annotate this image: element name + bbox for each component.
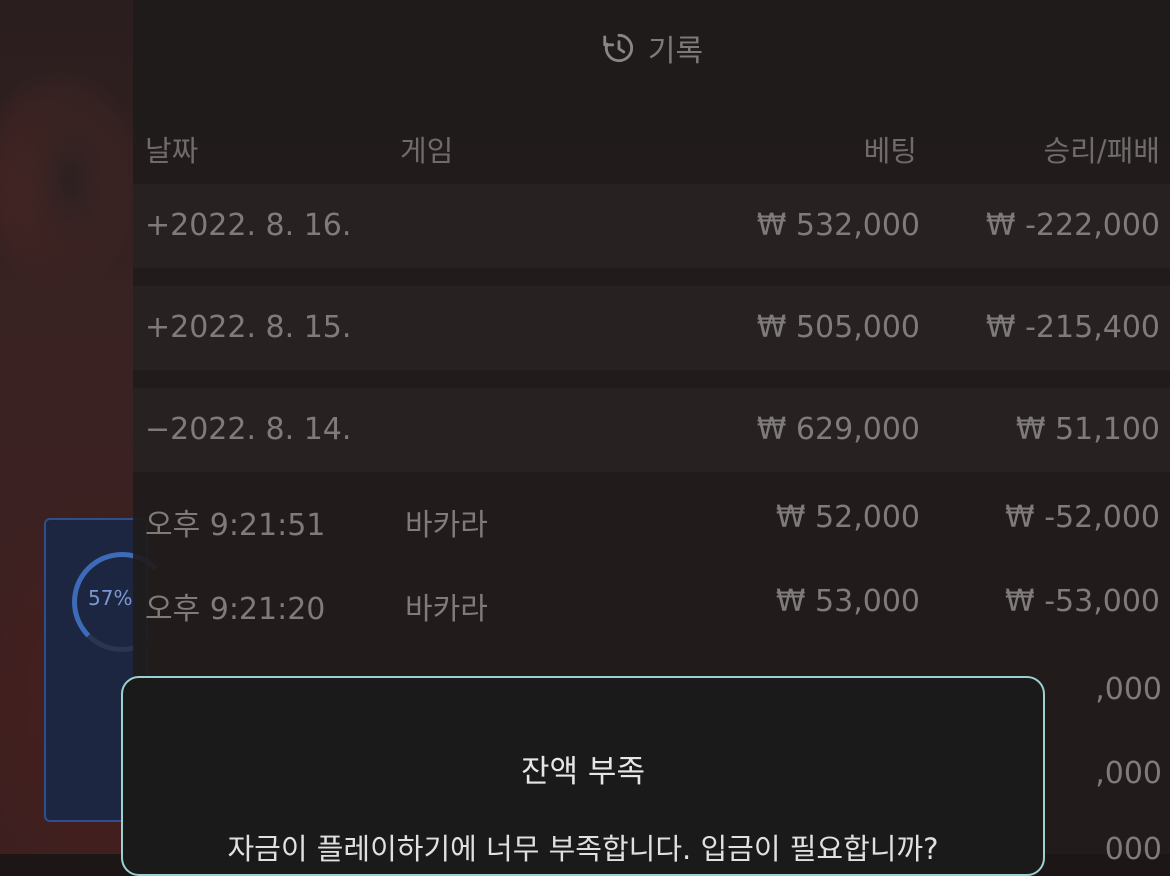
- day-date: +2022. 8. 16.: [145, 208, 352, 243]
- countdown-percent: 57%: [88, 586, 133, 610]
- col-date: 날짜: [145, 134, 199, 168]
- round-game: 바카라: [405, 592, 488, 627]
- day-bet: ₩ 532,000: [756, 208, 920, 243]
- history-header: 기록: [133, 0, 1170, 96]
- day-row[interactable]: +2022. 8. 15. ₩ 505,000 ₩ -215,400: [133, 286, 1170, 370]
- round-time: 오후 9:21:20: [145, 592, 326, 627]
- col-result: 승리/패배: [1043, 134, 1161, 168]
- round-bet: ₩ 53,000: [775, 584, 920, 619]
- round-row: 오후 9:21:51 바카라 ₩ 52,000 ₩ -52,000: [133, 476, 1170, 560]
- round-row: 오후 9:21:20 바카라 ₩ 53,000 ₩ -53,000: [133, 560, 1170, 644]
- day-result: ₩ 51,100: [1015, 412, 1160, 447]
- dialog-title: 잔액 부족: [521, 754, 645, 790]
- day-date: −2022. 8. 14.: [145, 412, 352, 447]
- col-bet: 베팅: [863, 134, 917, 168]
- round-result: ₩ -53,000: [1005, 584, 1160, 619]
- round-bet: ₩ 52,000: [775, 500, 920, 535]
- round-game: 바카라: [405, 508, 488, 543]
- col-game: 게임: [400, 134, 454, 168]
- dialog-message: 자금이 플레이하기에 너무 부족합니다. 입금이 필요합니까?: [227, 832, 939, 866]
- day-bet: ₩ 505,000: [756, 310, 920, 345]
- dealer-figure: [0, 40, 140, 400]
- hidden-result-value: 000: [1104, 832, 1162, 867]
- day-row[interactable]: −2022. 8. 14. ₩ 629,000 ₩ 51,100: [133, 388, 1170, 472]
- insufficient-balance-dialog: 잔액 부족 자금이 플레이하기에 너무 부족합니다. 입금이 필요합니까?: [121, 676, 1045, 876]
- column-headers: 날짜 게임 베팅 승리/패배: [133, 108, 1170, 180]
- day-date: +2022. 8. 15.: [145, 310, 352, 345]
- day-row[interactable]: +2022. 8. 16. ₩ 532,000 ₩ -222,000: [133, 184, 1170, 268]
- day-result: ₩ -222,000: [985, 208, 1160, 243]
- day-result: ₩ -215,400: [985, 310, 1160, 345]
- hidden-result-value: ,000: [1095, 672, 1162, 707]
- day-bet: ₩ 629,000: [756, 412, 920, 447]
- round-result: ₩ -52,000: [1005, 500, 1160, 535]
- hidden-result-value: ,000: [1095, 756, 1162, 791]
- history-title: 기록: [647, 34, 704, 69]
- history-icon: [603, 33, 633, 63]
- round-time: 오후 9:21:51: [145, 508, 326, 543]
